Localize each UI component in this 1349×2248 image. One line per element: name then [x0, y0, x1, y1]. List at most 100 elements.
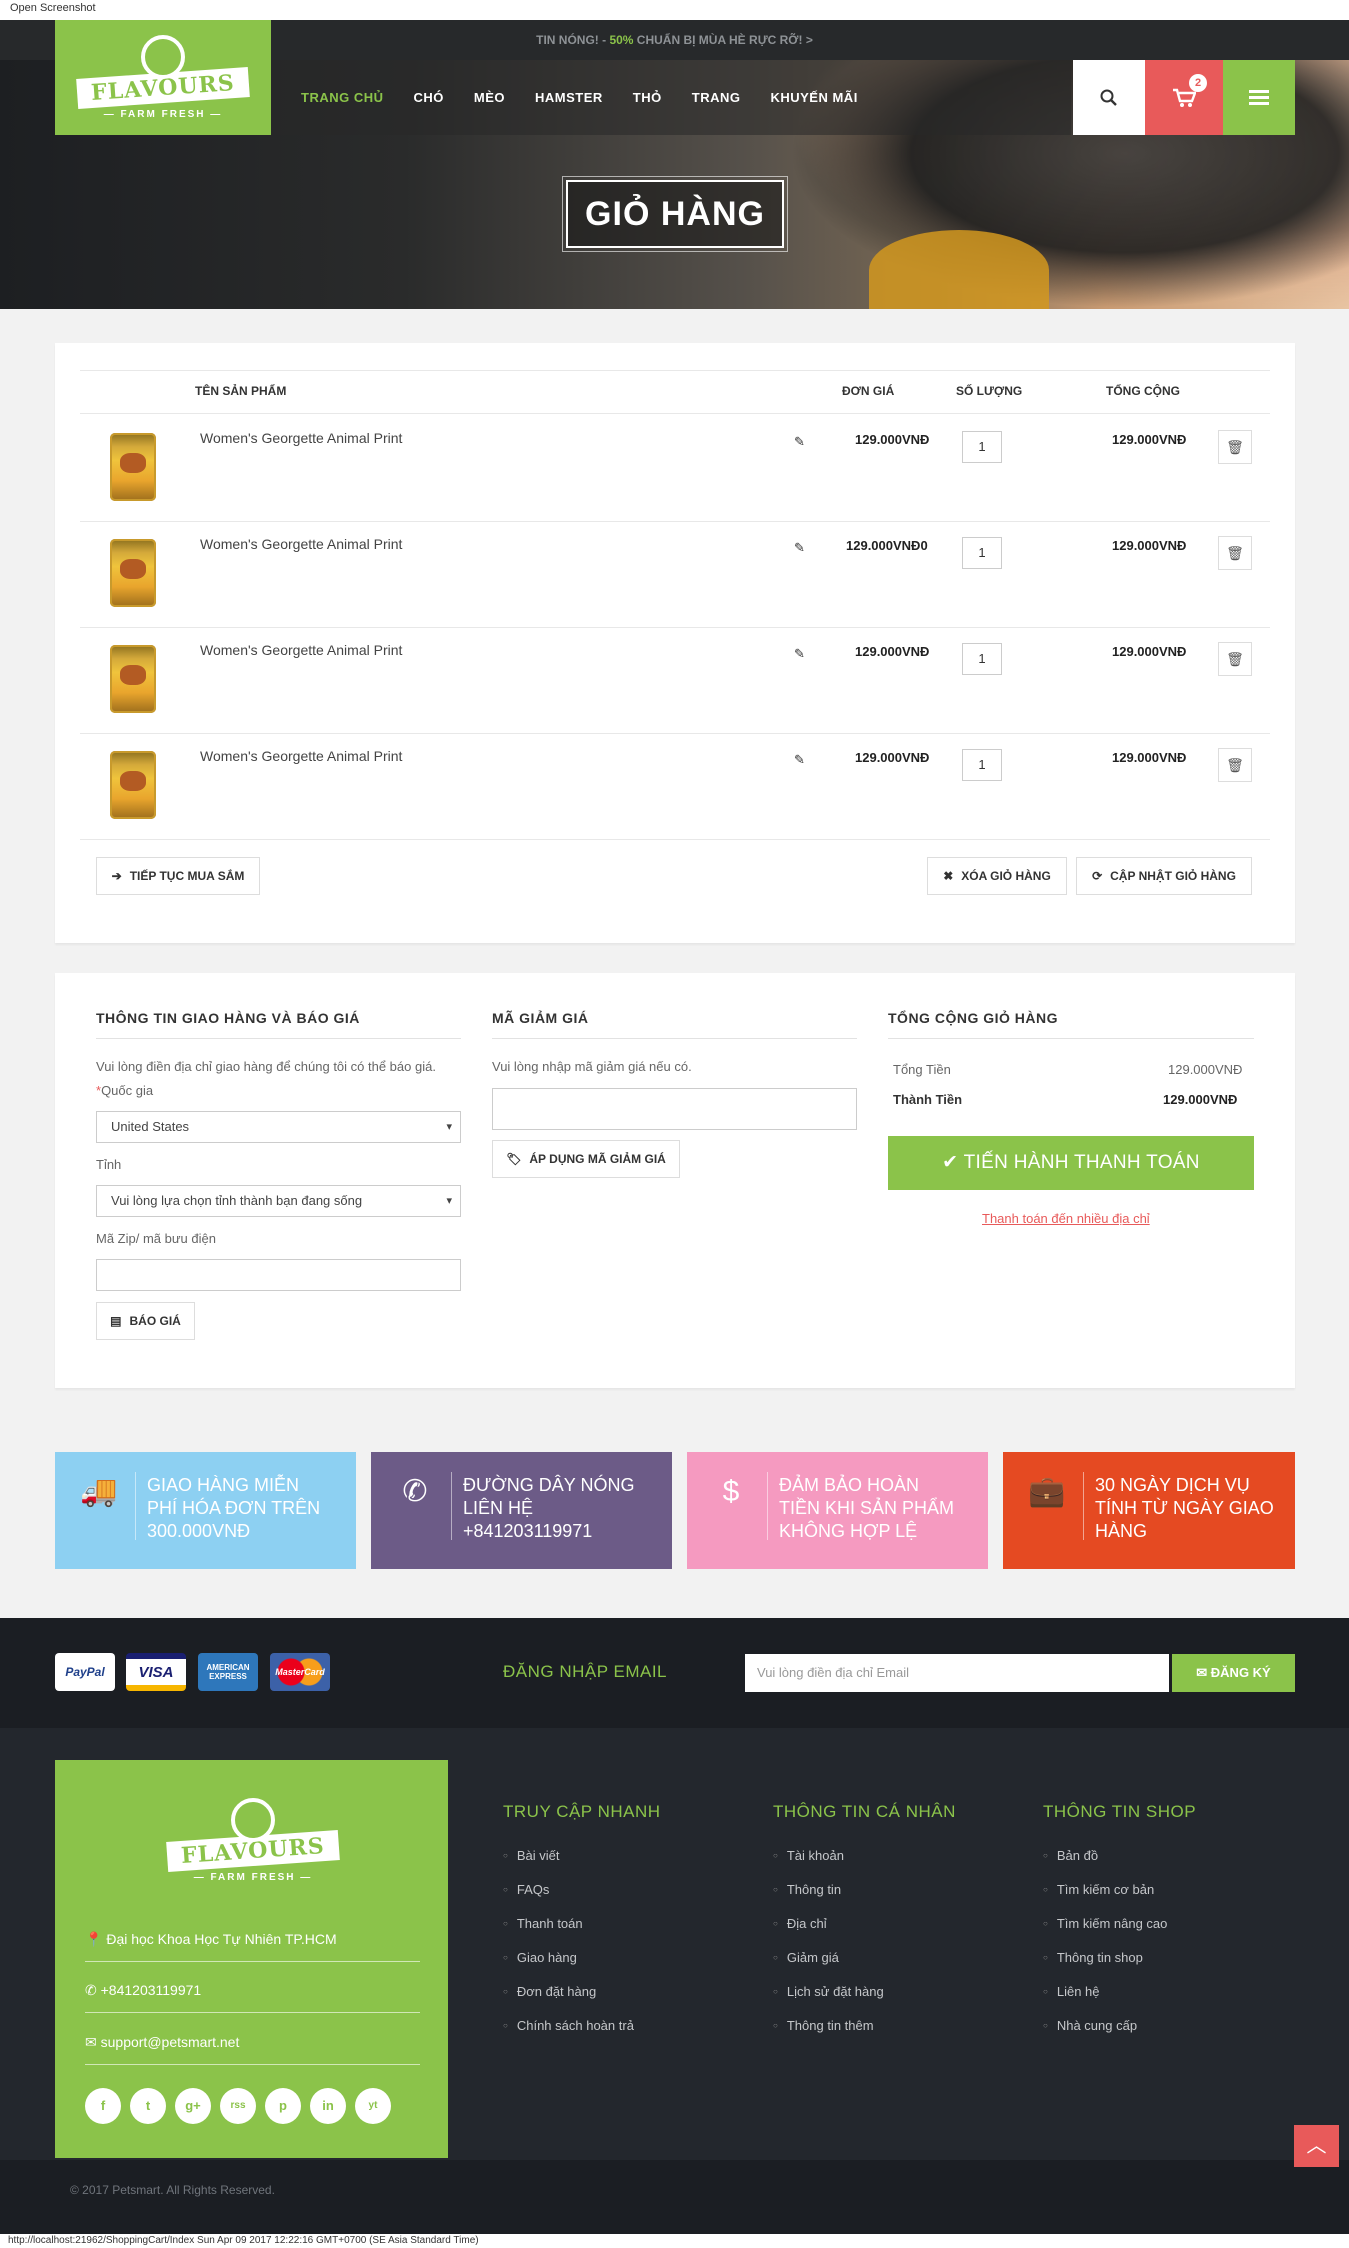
edit-icon[interactable]: ✎ [794, 434, 805, 450]
country-label: *Quốc gia [96, 1083, 154, 1098]
delete-button[interactable]: 🗑 [1218, 430, 1252, 464]
product-name[interactable]: Women's Georgette Animal Print [200, 536, 402, 552]
scroll-to-top-button[interactable]: ︿ [1294, 2125, 1339, 2167]
twitter-icon[interactable]: t [130, 2088, 166, 2124]
quantity-input[interactable]: 1 [962, 643, 1002, 675]
province-select[interactable]: Vui lòng lựa chọn tỉnh thành bạn đang số… [96, 1185, 461, 1217]
newsletter-email-input[interactable]: Vui lòng điền địa chỉ Email [745, 1654, 1169, 1692]
footer-link[interactable]: Giao hàng [503, 1950, 577, 1965]
feature-text: ĐƯỜNG DÂY NÓNG LIÊN HỆ +841203119971 [463, 1475, 635, 1541]
nav-pages[interactable]: TRANG [692, 90, 741, 105]
truck-icon: 🚚 [80, 1475, 118, 1508]
nav-home[interactable]: TRANG CHỦ [301, 90, 384, 105]
copyright-bar [0, 2160, 1349, 2234]
footer-logo[interactable]: FLAVOURS — FARM FRESH — [163, 1798, 343, 1883]
page-title: GIỎ HÀNG [562, 176, 788, 252]
delete-button[interactable]: 🗑 [1218, 642, 1252, 676]
quote-button[interactable]: ▤ BÁO GIÁ [96, 1302, 195, 1340]
divider [80, 521, 1270, 522]
envelope-icon: ✉ [85, 2034, 97, 2050]
footer-link[interactable]: Liên hệ [1043, 1984, 1100, 1999]
feature-30-days: 💼 30 NGÀY DỊCH VỤ TÍNH TỪ NGÀY GIAO HÀNG [1003, 1452, 1295, 1569]
product-image[interactable] [110, 645, 156, 713]
divider [888, 1038, 1254, 1039]
edit-icon[interactable]: ✎ [794, 540, 805, 556]
clear-cart-button[interactable]: ✖ XÓA GIỎ HÀNG [927, 857, 1067, 895]
menu-button[interactable] [1223, 60, 1295, 135]
footer-link[interactable]: Lịch sử đặt hàng [773, 1984, 884, 1999]
chevron-up-icon: ︿ [1306, 2135, 1327, 2157]
search-button[interactable] [1073, 60, 1145, 135]
nav-cats[interactable]: MÈO [474, 90, 505, 105]
footer-contact-panel: FLAVOURS — FARM FRESH — 📍 Đại học Khoa H… [55, 1760, 448, 2158]
zip-input[interactable] [96, 1259, 461, 1291]
footer-link[interactable]: Bản đồ [1043, 1848, 1098, 1863]
checkout-button[interactable]: ✔ TIẾN HÀNH THANH TOÁN [888, 1136, 1254, 1190]
visa-logo: VISA [126, 1653, 186, 1691]
footer-link[interactable]: Nhà cung cấp [1043, 2018, 1137, 2033]
delete-button[interactable]: 🗑 [1218, 748, 1252, 782]
product-image[interactable] [110, 539, 156, 607]
pinterest-icon[interactable]: p [265, 2088, 301, 2124]
quantity-input[interactable]: 1 [962, 749, 1002, 781]
header-qty: SỐ LƯỢNG [956, 384, 1023, 398]
edit-icon[interactable]: ✎ [794, 646, 805, 662]
facebook-icon[interactable]: f [85, 2088, 121, 2124]
product-name[interactable]: Women's Georgette Animal Print [200, 642, 402, 658]
footer-link[interactable]: Tìm kiếm cơ bản [1043, 1882, 1154, 1897]
quantity-input[interactable]: 1 [962, 537, 1002, 569]
divider [80, 370, 1270, 371]
footer-link[interactable]: Giảm giá [773, 1950, 839, 1965]
update-cart-button[interactable]: ⟳ CẬP NHẬT GIỎ HÀNG [1076, 857, 1252, 895]
nav-promotions[interactable]: KHUYẾN MÃI [770, 90, 857, 105]
multi-address-checkout-link[interactable]: Thanh toán đến nhiều địa chỉ [982, 1211, 1150, 1226]
product-image[interactable] [110, 751, 156, 819]
footer-link[interactable]: Tài khoản [773, 1848, 844, 1863]
logo[interactable]: FLAVOURS — FARM FRESH — [55, 20, 271, 135]
footer-address: 📍 Đại học Khoa Học Tự Nhiên TP.HCM [85, 1931, 337, 1947]
phone-icon: ✆ [85, 1982, 97, 1998]
delete-button[interactable]: 🗑 [1218, 536, 1252, 570]
check-icon: ✔ [942, 1152, 959, 1173]
footer-link[interactable]: Địa chỉ [773, 1916, 827, 1931]
total-value: 129.000VNĐ [1163, 1092, 1238, 1107]
trash-icon: 🗑 [1226, 756, 1244, 773]
continue-shopping-button[interactable]: ➔ TIẾP TỤC MUA SẮM [96, 857, 260, 895]
edit-icon[interactable]: ✎ [794, 752, 805, 768]
nav-dogs[interactable]: CHÓ [414, 90, 444, 105]
product-image[interactable] [110, 433, 156, 501]
browser-status-url: http://localhost:21962/ShoppingCart/Inde… [0, 2234, 1349, 2248]
footer-email[interactable]: ✉ support@petsmart.net [85, 2034, 239, 2051]
footer-link[interactable]: FAQs [503, 1882, 550, 1897]
footer-link[interactable]: Chính sách hoàn trả [503, 2018, 634, 2033]
trash-icon: 🗑 [1226, 650, 1244, 667]
footer-link[interactable]: Thông tin [773, 1882, 841, 1897]
footer-link[interactable]: Bài viết [503, 1848, 560, 1863]
hot-news-text: CHUẨN BỊ MÙA HÈ RỰC RỠ! > [633, 33, 813, 47]
footer-link[interactable]: Tìm kiếm nâng cao [1043, 1916, 1168, 1931]
nav-rabbit[interactable]: THỎ [633, 90, 662, 105]
rss-icon[interactable]: rss [220, 2088, 256, 2124]
footer-link[interactable]: Đơn đặt hàng [503, 1984, 596, 1999]
product-name[interactable]: Women's Georgette Animal Print [200, 430, 402, 446]
row-total: 129.000VNĐ [1112, 644, 1187, 659]
coupon-input[interactable] [492, 1088, 857, 1130]
newsletter-label: ĐĂNG NHẬP EMAIL [503, 1662, 668, 1681]
youtube-icon[interactable]: yt [355, 2088, 391, 2124]
lemon-icon [141, 35, 185, 79]
row-total: 129.000VNĐ [1112, 750, 1187, 765]
country-select[interactable]: United States [96, 1111, 461, 1143]
arrow-right-icon: ➔ [111, 869, 122, 883]
linkedin-icon[interactable]: in [310, 2088, 346, 2124]
footer-link[interactable]: Thanh toán [503, 1916, 583, 1931]
envelope-icon: ✉ [1196, 1665, 1208, 1680]
footer-link[interactable]: Thông tin thêm [773, 2018, 874, 2033]
quantity-input[interactable]: 1 [962, 431, 1002, 463]
product-name[interactable]: Women's Georgette Animal Print [200, 748, 402, 764]
apply-coupon-button[interactable]: 🏷 ÁP DỤNG MÃ GIẢM GIÁ [492, 1140, 680, 1178]
cart-button[interactable]: 2 [1145, 60, 1223, 135]
footer-link[interactable]: Thông tin shop [1043, 1950, 1143, 1965]
google-plus-icon[interactable]: g+ [175, 2088, 211, 2124]
nav-hamster[interactable]: HAMSTER [535, 90, 603, 105]
subscribe-button[interactable]: ✉ ĐĂNG KÝ [1172, 1654, 1295, 1692]
